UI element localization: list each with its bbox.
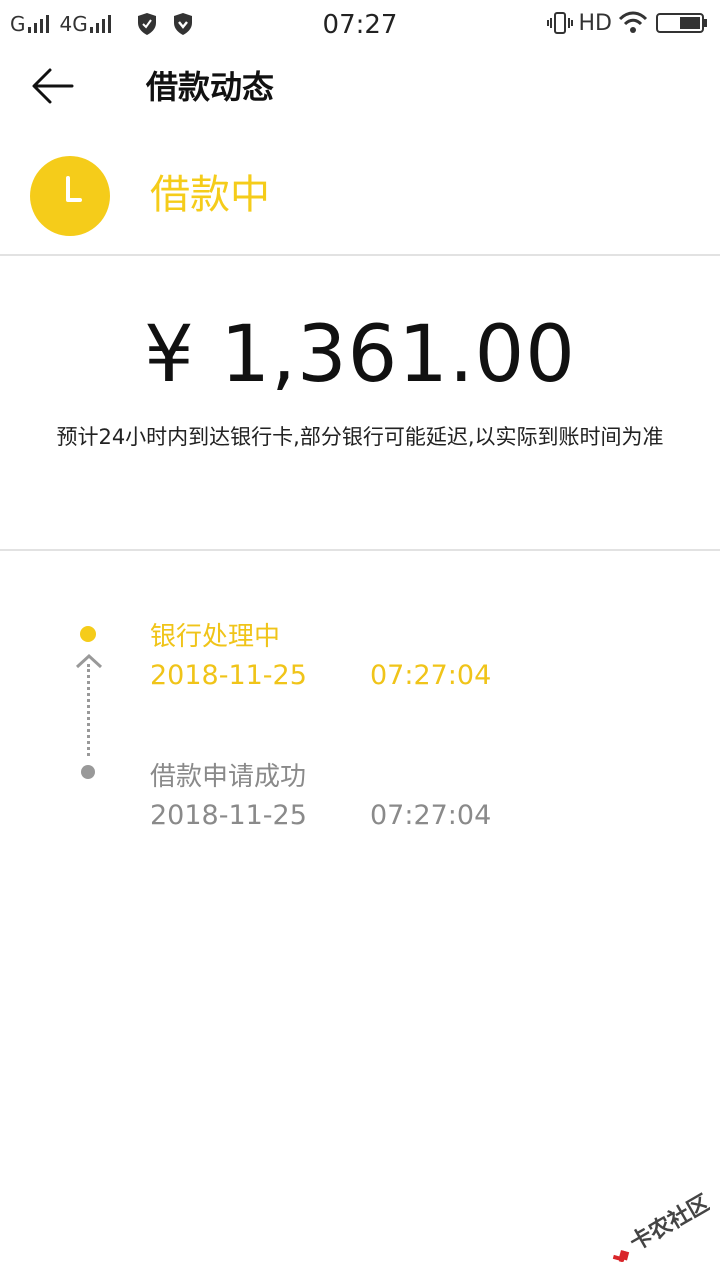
watermark-logo: 卡农社区 (612, 1192, 710, 1262)
timeline-step-date: 2018-11-25 (150, 660, 307, 691)
arrival-note: 预计24小时内到达银行卡,部分银行可能延迟,以实际到账时间为准 (56, 425, 664, 449)
timeline-step-time-2: 07:27:04 (370, 800, 492, 831)
loan-status-section: 借款中 (0, 118, 720, 254)
status-bar-right: HD (546, 10, 708, 36)
wifi-icon (618, 11, 648, 33)
timeline-dot-active (80, 626, 96, 642)
loan-amount: ¥ 1,361.00 (144, 310, 576, 400)
hd-label: HD (578, 10, 612, 36)
header: 借款动态 (0, 52, 720, 118)
page-title: 借款动态 (146, 68, 275, 106)
loan-status-page: G 4G 07:27 HD 借款动态 借款中 ¥ 1,361.00 预计24小时… (0, 0, 720, 1280)
timeline-dot-done (81, 765, 95, 779)
divider (0, 254, 720, 256)
divider-2 (0, 549, 720, 551)
timeline-step-time: 07:27:04 (370, 660, 492, 691)
watermark-text: 卡农社区 (625, 1192, 710, 1256)
timeline-step-title-2: 借款申请成功 (150, 762, 307, 792)
clock-icon (30, 156, 110, 236)
timeline-connector (87, 664, 90, 756)
back-arrow-icon[interactable] (30, 64, 78, 108)
status-bar: G 4G 07:27 HD (0, 0, 720, 52)
battery-icon (656, 13, 707, 33)
vibrate-icon (546, 12, 573, 34)
timeline-step-date-2: 2018-11-25 (150, 800, 307, 831)
loan-status-label: 借款中 (150, 172, 270, 218)
timeline-step-title: 银行处理中 (150, 622, 281, 652)
